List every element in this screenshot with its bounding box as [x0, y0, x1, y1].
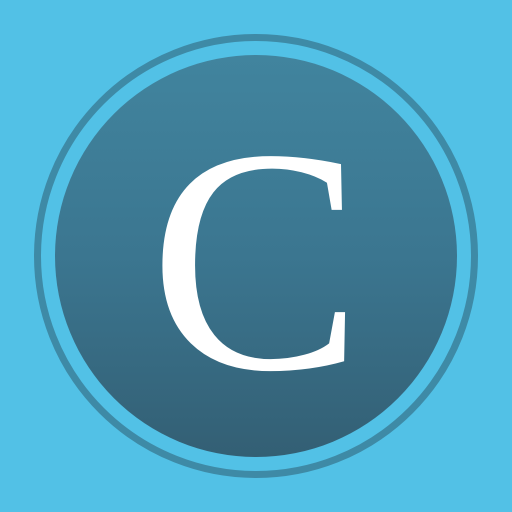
logo-disc: C	[55, 55, 457, 457]
logo-letter: C	[149, 84, 363, 438]
app-icon[interactable]: C	[0, 0, 512, 512]
